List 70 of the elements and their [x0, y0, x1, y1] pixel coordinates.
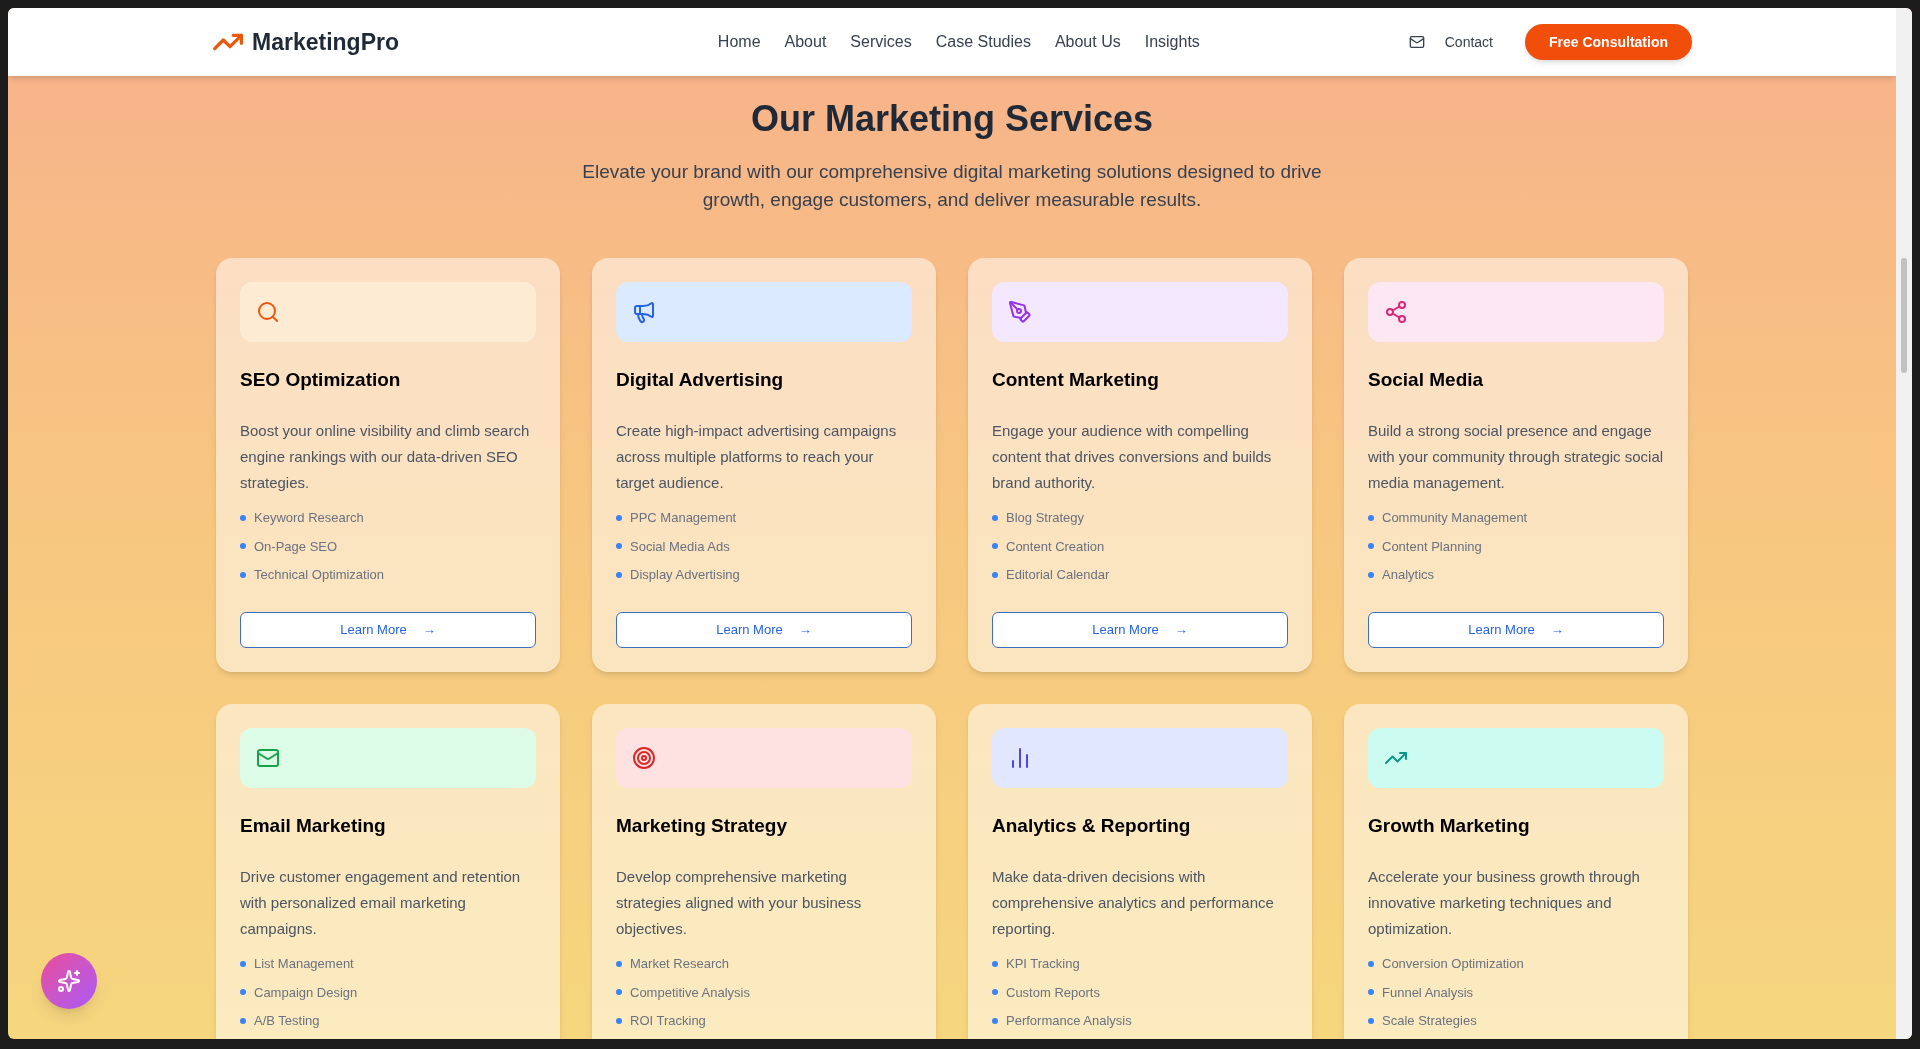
service-title: Growth Marketing — [1368, 814, 1531, 838]
feature-item: Custom Reports — [1006, 983, 1100, 1002]
service-description: Build a strong social presence and engage with your community through strategic social media management. — [1368, 421, 1664, 493]
service-title: Content Marketing — [992, 368, 1160, 392]
feature-item: A/B Testing — [254, 1012, 320, 1030]
feature-item: Scale Strategies — [1382, 1012, 1477, 1030]
feature-item: Display Advertising — [630, 566, 740, 584]
feature-item: Campaign Design — [254, 983, 358, 1002]
feature-item: Funnel Analysis — [1382, 983, 1474, 1002]
nav-link[interactable]: Insights — [1144, 30, 1200, 54]
mail-icon — [1408, 34, 1425, 50]
learn-more-button[interactable]: Learn More → — [1368, 612, 1664, 648]
nav-link[interactable]: Home — [717, 30, 761, 54]
nav-link[interactable]: Services — [850, 30, 912, 54]
target-icon — [632, 746, 656, 770]
arrow-glyph: → — [1550, 621, 1564, 640]
service-description: Drive customer engagement and retention with personalized email marketing campaigns. — [240, 867, 522, 939]
service-description: Accelerate your business growth through innovative marketing techniques and optimization. — [1368, 867, 1641, 939]
sparkles-icon — [57, 969, 81, 993]
feature-item: Editorial Calendar — [1006, 566, 1110, 584]
contact-link[interactable]: Contact — [1444, 31, 1493, 53]
service-title: SEO Optimization — [240, 368, 402, 392]
arrow-glyph: → — [1174, 621, 1188, 640]
feature-item: PPC Management — [630, 509, 737, 527]
mail-icon — [256, 746, 280, 770]
sparkle-fab[interactable] — [41, 953, 97, 1009]
feature-item: Social Media Ads — [630, 537, 730, 556]
pen-icon — [1008, 300, 1032, 324]
service-title: Email Marketing — [240, 814, 387, 838]
service-description: Make data-driven decisions with comprehensive analytics and performance reporting. — [992, 867, 1275, 939]
feature-item: Conversion Optimization — [1382, 955, 1524, 973]
feature-item: Market Research — [630, 955, 729, 973]
feature-item: ROI Tracking — [630, 1012, 706, 1030]
scrollbar[interactable] — [1896, 8, 1912, 1039]
feature-item: Content Planning — [1382, 537, 1482, 556]
feature-item: Community Management — [1382, 509, 1528, 527]
scrollbar-thumb[interactable] — [1901, 258, 1907, 373]
learn-more-button[interactable]: Learn More → — [616, 612, 912, 648]
learn-more-button[interactable]: Learn More → — [240, 612, 536, 648]
nav-link[interactable]: About Us — [1054, 30, 1121, 54]
service-title: Digital Advertising — [616, 368, 785, 392]
feature-item: List Management — [254, 955, 354, 973]
page-title: Our Marketing Services — [750, 97, 1154, 141]
page-subtitle: Elevate your brand with our comprehensive digital marketing solutions designed to drive growth, engage customers, and deliver measurable results. — [581, 160, 1323, 212]
feature-item: Competitive Analysis — [630, 983, 750, 1002]
feature-item: Analytics — [1382, 566, 1435, 584]
nav-link[interactable]: Case Studies — [935, 30, 1031, 54]
learn-more-button[interactable]: Learn More → — [992, 612, 1288, 648]
service-description: Develop comprehensive marketing strategies aligned with your business objectives. — [616, 867, 863, 939]
megaphone-icon — [632, 300, 656, 324]
service-description: Boost your online visibility and climb search engine rankings with our data-driven SEO strategies. — [240, 421, 531, 493]
logo-text: MarketingPro — [252, 27, 399, 57]
feature-item: Performance Analysis — [1006, 1012, 1132, 1030]
service-title: Marketing Strategy — [616, 814, 789, 838]
feature-item: On-Page SEO — [254, 537, 338, 556]
service-title: Analytics & Reporting — [992, 814, 1192, 838]
service-description: Create high-impact advertising campaigns across multiple platforms to reach your target audience. — [616, 421, 898, 493]
share-icon — [1384, 300, 1408, 324]
service-description: Engage your audience with compelling content that drives conversions and builds brand authority. — [992, 421, 1273, 493]
nav-link[interactable]: About — [784, 30, 827, 54]
feature-item: Keyword Research — [254, 509, 364, 527]
feature-item: Content Creation — [1006, 537, 1105, 556]
feature-item: Blog Strategy — [1006, 509, 1085, 527]
arrow-glyph: → — [422, 621, 436, 640]
feature-item: Technical Optimization — [254, 566, 385, 584]
free-consultation-button[interactable]: Free Consultation — [1525, 24, 1692, 60]
service-title: Social Media — [1368, 368, 1485, 392]
arrow-glyph: → — [798, 621, 812, 640]
search-icon — [256, 300, 280, 324]
feature-item: KPI Tracking — [1006, 955, 1080, 973]
